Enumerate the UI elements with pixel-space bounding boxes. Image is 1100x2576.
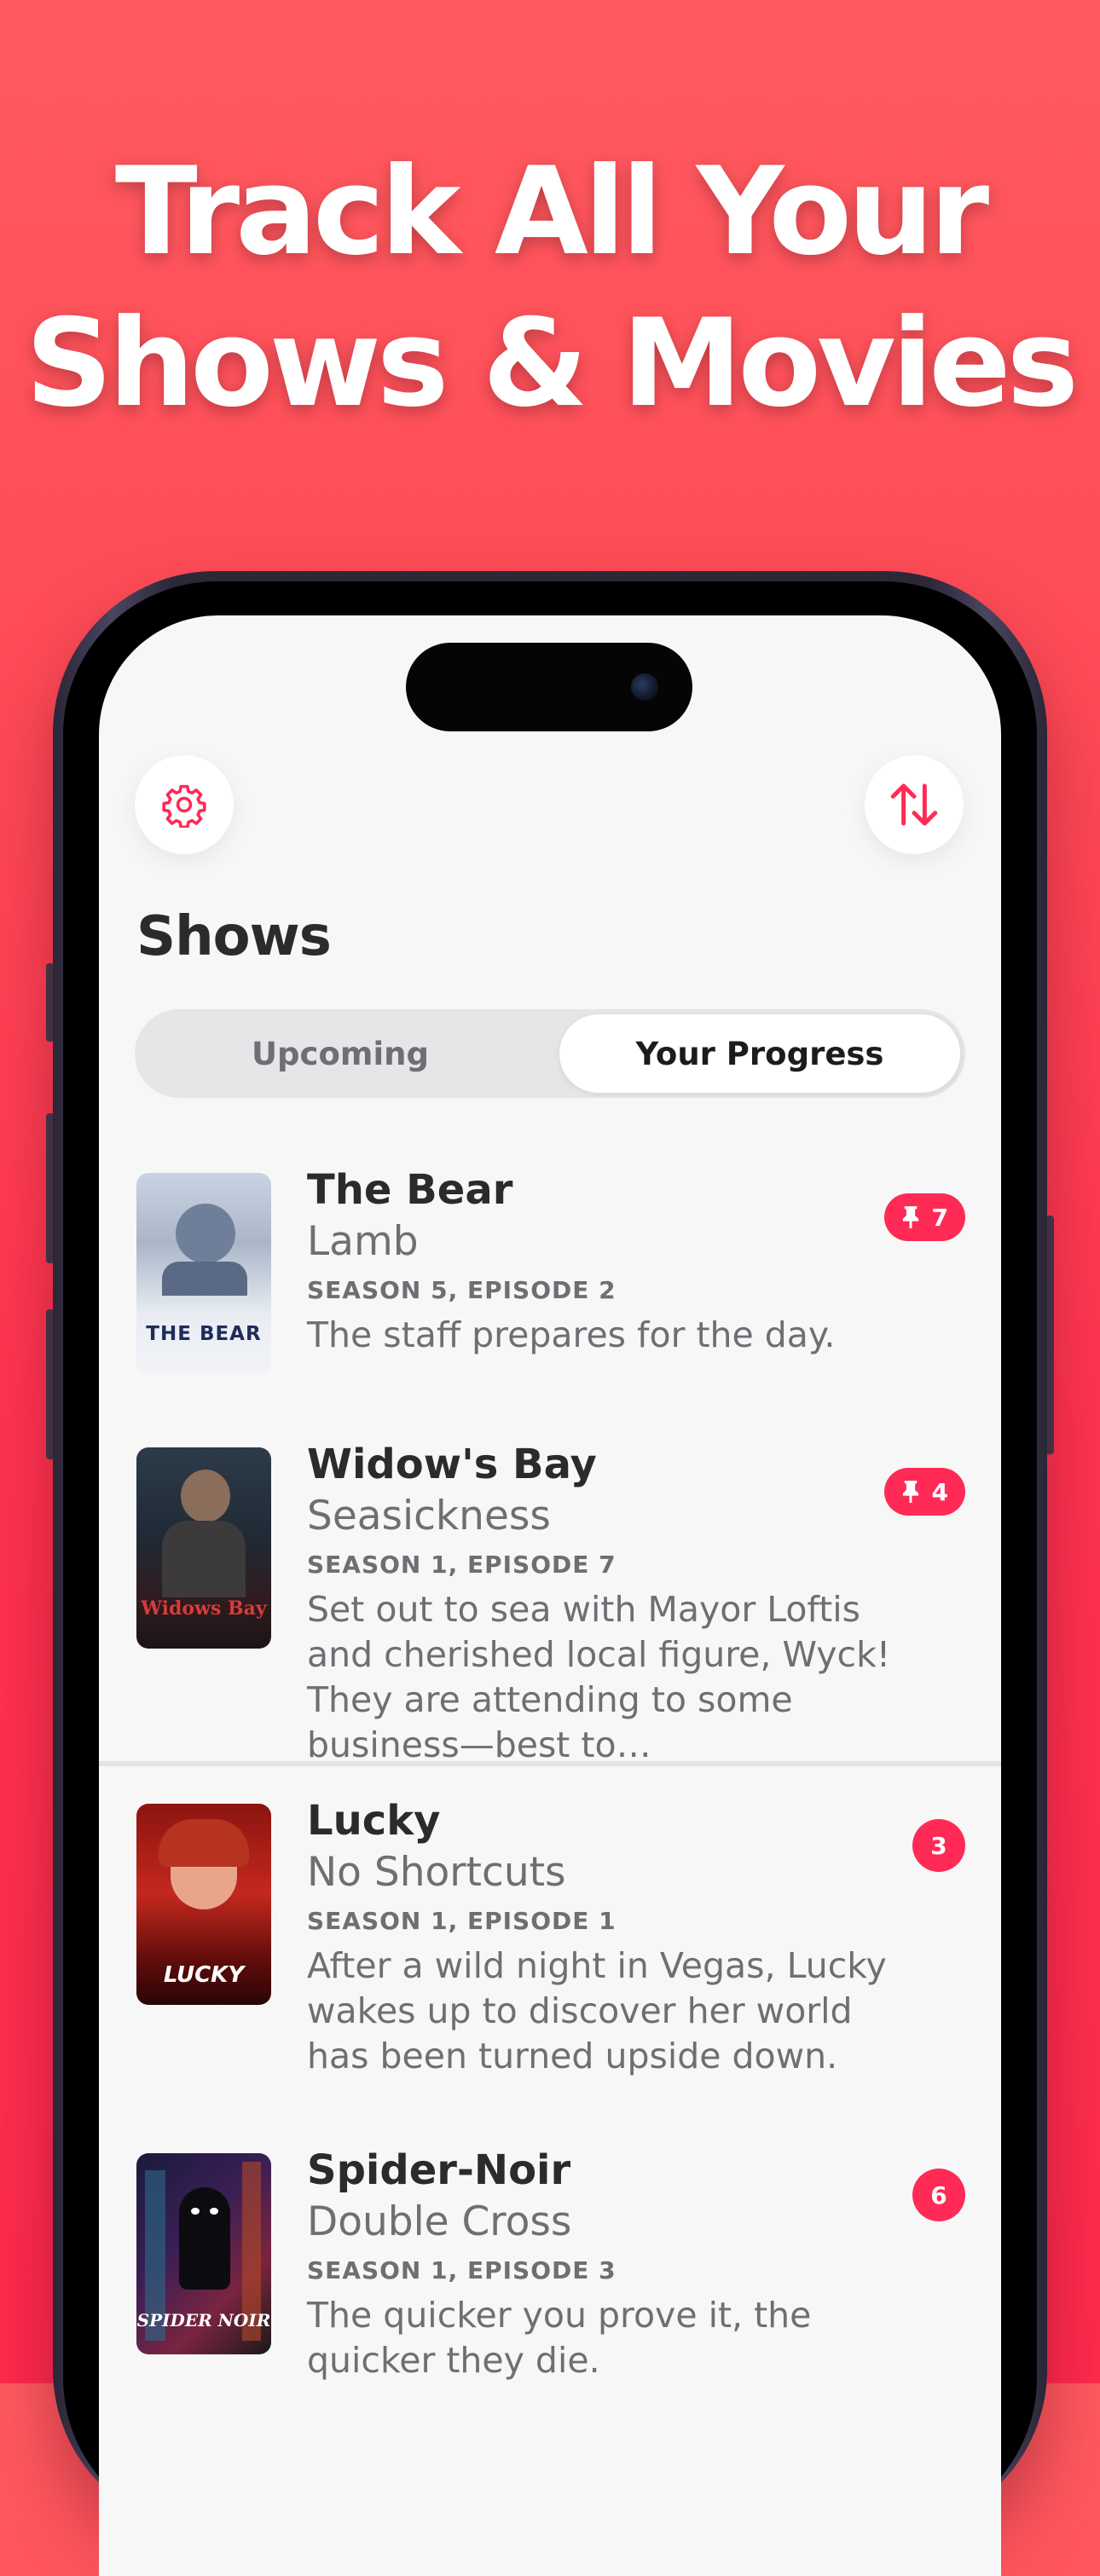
- page-title: Shows: [136, 905, 332, 968]
- tab-your-progress[interactable]: Your Progress: [559, 1014, 960, 1093]
- badge-count: 4: [931, 1477, 948, 1506]
- app-screen: Shows Upcoming Your Progress THE BEAR Th…: [99, 615, 1001, 2576]
- headline-line-2: Shows & Movies: [25, 293, 1079, 434]
- show-title: Lucky: [307, 1797, 441, 1845]
- poster-title: THE BEAR: [146, 1323, 262, 1345]
- poster-title: SPIDER NOIR: [136, 2310, 271, 2331]
- pinned-badge: 4: [883, 1468, 965, 1516]
- episode-description: The staff prepares for the day.: [307, 1314, 836, 1355]
- sort-button[interactable]: [865, 755, 964, 854]
- show-title: The Bear: [307, 1166, 513, 1214]
- episode-number: SEASON 1, EPISODE 3: [307, 2256, 617, 2284]
- badge-count: 7: [931, 1203, 948, 1232]
- section-divider: [99, 1761, 1001, 1766]
- settings-button[interactable]: [135, 755, 234, 854]
- poster-image: THE BEAR: [136, 1173, 271, 1374]
- count-badge: 6: [912, 2169, 965, 2221]
- poster-title: LUCKY: [163, 1962, 245, 1988]
- poster-image: Widows Bay: [136, 1447, 271, 1649]
- episode-title: Lamb: [307, 1218, 419, 1265]
- episode-description: After a wild night in Vegas, Lucky wakes…: [307, 1945, 887, 2076]
- show-title: Spider-Noir: [307, 2146, 571, 2194]
- dynamic-island: [406, 643, 692, 731]
- segmented-control: Upcoming Your Progress: [135, 1009, 965, 1098]
- episode-number: SEASON 1, EPISODE 1: [307, 1907, 617, 1935]
- poster-image: SPIDER NOIR: [136, 2153, 271, 2354]
- count-badge: 3: [912, 1819, 965, 1872]
- episode-title: Double Cross: [307, 2198, 572, 2245]
- pin-icon: [902, 1206, 918, 1228]
- pinned-badge: 7: [883, 1193, 965, 1241]
- pin-icon: [902, 1481, 918, 1503]
- poster-image: LUCKY: [136, 1804, 271, 2005]
- episode-title: Seasickness: [307, 1493, 551, 1539]
- episode-number: SEASON 5, EPISODE 2: [307, 1276, 617, 1304]
- front-camera: [631, 673, 658, 701]
- sort-arrows-icon: [890, 783, 938, 826]
- episode-description: Set out to sea with Mayor Loftis and che…: [307, 1589, 891, 1765]
- episode-description: The quicker you prove it, the quicker th…: [307, 2295, 812, 2381]
- headline-line-1: Track All Your: [114, 142, 989, 282]
- gear-icon: [162, 784, 206, 828]
- poster-title: Widows Bay: [141, 1597, 267, 1620]
- headline: Track All Your Shows & Movies: [0, 136, 1100, 440]
- show-title: Widow's Bay: [307, 1441, 597, 1488]
- tab-upcoming[interactable]: Upcoming: [140, 1014, 541, 1093]
- episode-number: SEASON 1, EPISODE 7: [307, 1551, 617, 1579]
- episode-title: No Shortcuts: [307, 1849, 566, 1896]
